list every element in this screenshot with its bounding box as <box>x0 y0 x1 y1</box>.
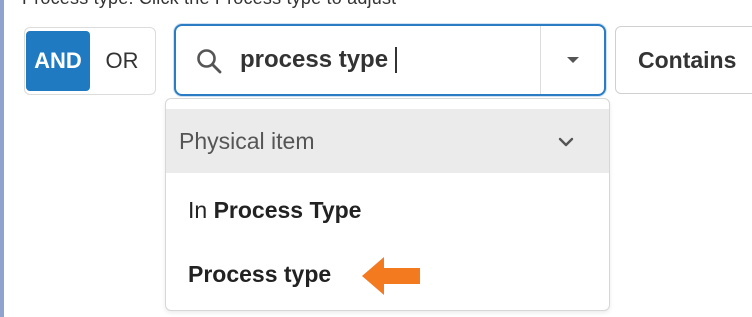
caret-down-icon <box>566 57 579 63</box>
menu-item-text: In Process Type <box>188 197 361 224</box>
top-cropped-text: Process type: Click the Process type to … <box>22 0 396 9</box>
menu-item-label: Process type <box>188 261 332 287</box>
field-search-box[interactable] <box>174 24 606 96</box>
menu-item-prefix: In <box>188 197 214 223</box>
menu-item-label: Process Type <box>213 197 362 223</box>
orange-arrow-icon <box>362 257 420 295</box>
or-button[interactable]: OR <box>91 31 153 91</box>
search-dropdown-button[interactable] <box>541 26 604 94</box>
and-button[interactable]: AND <box>26 31 90 91</box>
logic-toggle: AND OR <box>24 27 156 95</box>
operator-select[interactable]: Contains <box>615 26 752 94</box>
search-input[interactable] <box>240 38 530 82</box>
left-border-rule <box>0 0 4 317</box>
operator-label: Contains <box>638 46 737 73</box>
menu-group-physical-item[interactable]: Physical item <box>166 109 609 173</box>
text-cursor <box>395 47 397 73</box>
menu-group-label: Physical item <box>179 128 315 154</box>
menu-item-in-process-type[interactable]: In Process Type <box>166 181 609 241</box>
top-cropped-text-strip: Process type: Click the Process type to … <box>0 0 752 12</box>
menu-item-text: Process type <box>188 261 331 288</box>
search-icon <box>197 49 222 74</box>
chevron-down-icon <box>558 137 574 147</box>
